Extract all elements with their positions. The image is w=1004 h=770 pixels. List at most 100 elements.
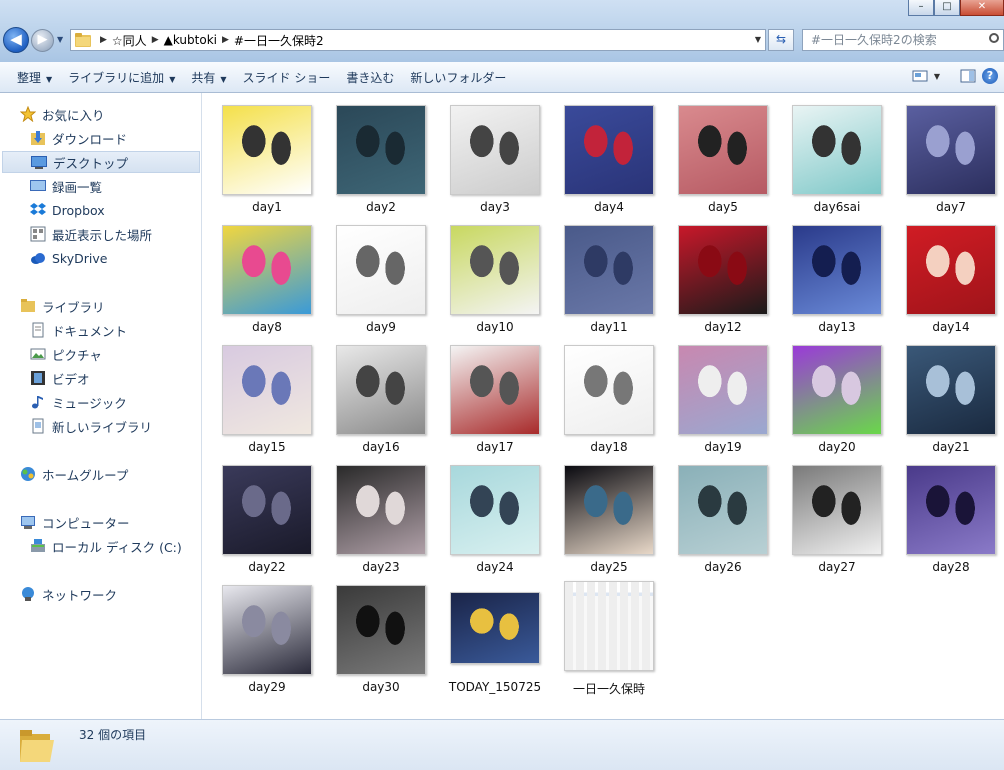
file-item[interactable]: day7 bbox=[896, 94, 1004, 214]
forward-button[interactable]: ▶ bbox=[31, 29, 54, 52]
nav-item-pictures[interactable]: ピクチャ bbox=[0, 343, 230, 365]
file-item[interactable]: day3 bbox=[440, 94, 550, 214]
recent-pages-dropdown[interactable]: ▼ bbox=[57, 34, 67, 46]
preview-pane-icon[interactable] bbox=[960, 68, 976, 84]
nav-label: コンピューター bbox=[42, 515, 130, 531]
file-name: day22 bbox=[248, 560, 286, 574]
file-item[interactable]: day14 bbox=[896, 214, 1004, 334]
file-item[interactable]: day21 bbox=[896, 334, 1004, 454]
maximize-button[interactable]: □ bbox=[934, 0, 960, 16]
file-item[interactable]: day26 bbox=[668, 454, 778, 574]
nav-item-dropbox[interactable]: Dropbox bbox=[0, 199, 230, 221]
breadcrumb-item[interactable]: #一日一久保時2 bbox=[234, 32, 324, 49]
breadcrumb-item[interactable]: ☆同人 bbox=[112, 32, 147, 49]
breadcrumb-item[interactable]: ▲kubtoki bbox=[164, 33, 217, 47]
file-item[interactable]: day22 bbox=[212, 454, 322, 574]
file-item[interactable]: day5 bbox=[668, 94, 778, 214]
nav-label: ローカル ディスク (C:) bbox=[52, 539, 182, 555]
nav-item-downloads[interactable]: ダウンロード bbox=[0, 127, 230, 149]
file-item[interactable]: day23 bbox=[326, 454, 436, 574]
new-library-icon bbox=[32, 418, 44, 434]
file-item[interactable]: day17 bbox=[440, 334, 550, 454]
file-name: day18 bbox=[590, 440, 628, 454]
change-view-icon[interactable] bbox=[912, 68, 928, 84]
help-icon[interactable]: ? bbox=[982, 68, 998, 84]
file-name: day6sai bbox=[813, 200, 861, 214]
file-item[interactable]: day4 bbox=[554, 94, 664, 214]
file-item[interactable]: TODAY_150725 bbox=[440, 574, 550, 694]
chevron-right-icon[interactable]: ▶ bbox=[222, 35, 229, 45]
nav-item-skydrive[interactable]: SkyDrive bbox=[0, 247, 230, 269]
nav-label: お気に入り bbox=[42, 107, 105, 123]
file-item[interactable]: day16 bbox=[326, 334, 436, 454]
file-thumbnail bbox=[906, 465, 996, 555]
desktop-icon bbox=[31, 156, 47, 169]
file-thumbnail bbox=[564, 581, 654, 671]
file-item[interactable]: day20 bbox=[782, 334, 892, 454]
file-item[interactable]: day10 bbox=[440, 214, 550, 334]
add-to-library-menu[interactable]: ライブラリに追加 ▼ bbox=[60, 69, 183, 86]
minimize-button[interactable]: – bbox=[908, 0, 934, 16]
breadcrumb: ▶ ☆同人 ▶ ▲kubtoki ▶ #一日一久保時2 bbox=[95, 30, 324, 50]
nav-favorites-header[interactable]: お気に入り bbox=[0, 103, 220, 125]
nav-item-recordings[interactable]: 録画一覧 bbox=[0, 175, 230, 197]
file-item[interactable]: day12 bbox=[668, 214, 778, 334]
file-item[interactable]: day9 bbox=[326, 214, 436, 334]
window-controls: – □ ✕ bbox=[908, 0, 1004, 16]
nav-item-new-library[interactable]: 新しいライブラリ bbox=[0, 415, 230, 437]
file-item[interactable]: day1 bbox=[212, 94, 322, 214]
file-item[interactable]: day11 bbox=[554, 214, 664, 334]
close-button[interactable]: ✕ bbox=[960, 0, 1004, 16]
burn-button[interactable]: 書き込む bbox=[338, 69, 402, 86]
file-item[interactable]: 一日一久保時 bbox=[554, 574, 664, 696]
share-menu[interactable]: 共有 ▼ bbox=[183, 69, 234, 86]
chevron-down-icon[interactable]: ▼ bbox=[755, 35, 761, 44]
file-thumbnail bbox=[792, 225, 882, 315]
chevron-right-icon[interactable]: ▶ bbox=[152, 35, 159, 45]
search-icon[interactable] bbox=[989, 33, 999, 43]
file-item[interactable]: day27 bbox=[782, 454, 892, 574]
nav-item-desktop[interactable]: デスクトップ bbox=[2, 151, 200, 173]
nav-network[interactable]: ネットワーク bbox=[0, 583, 220, 605]
file-item[interactable]: day15 bbox=[212, 334, 322, 454]
refresh-button[interactable]: ⇆ bbox=[768, 29, 794, 51]
slideshow-button[interactable]: スライド ショー bbox=[235, 69, 339, 86]
file-item[interactable]: day8 bbox=[212, 214, 322, 334]
file-item[interactable]: day28 bbox=[896, 454, 1004, 574]
nav-item-music[interactable]: ミュージック bbox=[0, 391, 230, 413]
file-item[interactable]: day19 bbox=[668, 334, 778, 454]
nav-label: ミュージック bbox=[52, 395, 127, 411]
search-input[interactable]: #一日一久保時2の検索 bbox=[802, 29, 1004, 51]
chevron-down-icon[interactable]: ▼ bbox=[934, 72, 940, 81]
new-folder-button[interactable]: 新しいフォルダー bbox=[402, 69, 514, 86]
file-item[interactable]: day13 bbox=[782, 214, 892, 334]
file-item[interactable]: day29 bbox=[212, 574, 322, 694]
nav-item-documents[interactable]: ドキュメント bbox=[0, 319, 230, 341]
file-item[interactable]: day6sai bbox=[782, 94, 892, 214]
navigation-pane: お気に入り ダウンロード デスクトップ 録画一覧 Dropbox 最近表示した場… bbox=[0, 93, 202, 719]
hard-drive-icon bbox=[31, 539, 45, 552]
file-name: day21 bbox=[932, 440, 970, 454]
file-item[interactable]: day24 bbox=[440, 454, 550, 574]
file-item[interactable]: day25 bbox=[554, 454, 664, 574]
file-thumbnail bbox=[336, 105, 426, 195]
file-name: day2 bbox=[366, 200, 396, 214]
organize-menu[interactable]: 整理 ▼ bbox=[0, 69, 60, 86]
chevron-right-icon[interactable]: ▶ bbox=[100, 35, 107, 45]
file-thumbnail bbox=[222, 585, 312, 675]
file-item[interactable]: day2 bbox=[326, 94, 436, 214]
back-button[interactable]: ◀ bbox=[3, 27, 29, 53]
nav-label: ダウンロード bbox=[52, 131, 128, 147]
nav-homegroup[interactable]: ホームグループ bbox=[0, 463, 220, 485]
nav-computer-header[interactable]: コンピューター bbox=[0, 511, 220, 533]
nav-libraries-header[interactable]: ライブラリ bbox=[0, 295, 220, 317]
share-label: 共有 bbox=[191, 70, 216, 85]
file-item[interactable]: day18 bbox=[554, 334, 664, 454]
file-item[interactable]: day30 bbox=[326, 574, 436, 694]
nav-item-local-disk[interactable]: ローカル ディスク (C:) bbox=[0, 535, 230, 557]
nav-label: SkyDrive bbox=[52, 250, 108, 266]
nav-item-videos[interactable]: ビデオ bbox=[0, 367, 230, 389]
address-bar[interactable]: ▶ ☆同人 ▶ ▲kubtoki ▶ #一日一久保時2 ▼ bbox=[70, 29, 766, 51]
nav-item-recent-places[interactable]: 最近表示した場所 bbox=[0, 223, 230, 245]
file-name: 一日一久保時 bbox=[572, 682, 645, 696]
